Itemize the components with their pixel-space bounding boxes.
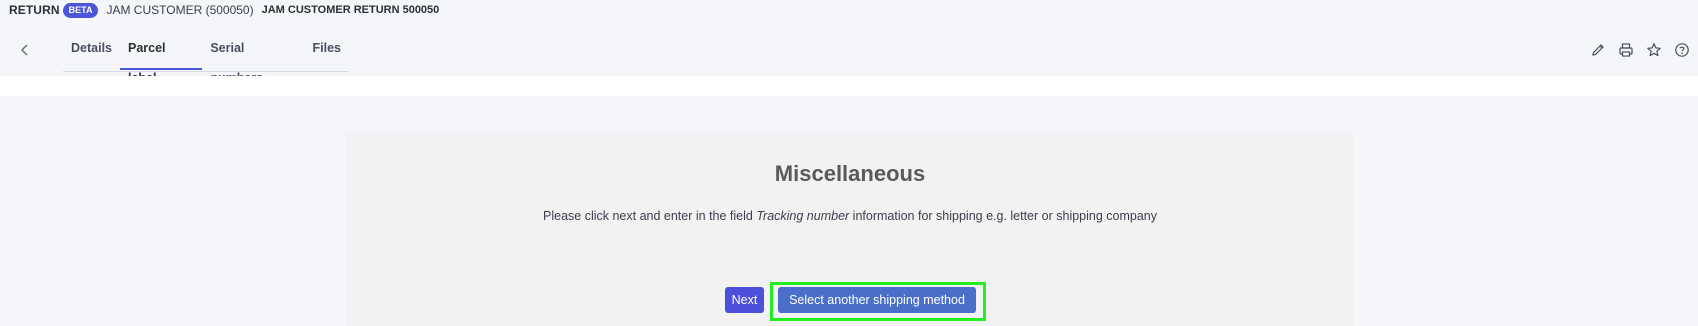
next-button[interactable]: Next xyxy=(725,287,764,313)
star-icon[interactable] xyxy=(1646,42,1662,58)
printer-icon[interactable] xyxy=(1618,42,1634,58)
tab-parcel-label[interactable]: Parcel label xyxy=(120,33,203,85)
tab-details[interactable]: Details xyxy=(63,33,120,70)
tab-files[interactable]: Files xyxy=(305,33,350,70)
tab-serial-numbers[interactable]: Serial numbers xyxy=(202,33,304,85)
record-type: RETURN xyxy=(9,3,60,17)
panel-title: Miscellaneous xyxy=(774,161,926,186)
back-arrow-icon[interactable] xyxy=(16,41,34,59)
record-header: RETURN BETA JAM CUSTOMER (500050) JAM CU… xyxy=(0,0,1698,20)
instructions-text-end: information for shipping e.g. letter or … xyxy=(849,209,1157,223)
help-icon[interactable] xyxy=(1674,42,1690,58)
instructions-text-start: Please click next and enter in the field xyxy=(543,209,757,223)
return-name: JAM CUSTOMER RETURN 500050 xyxy=(261,4,440,16)
tracking-number-field-name: Tracking number xyxy=(756,209,850,223)
select-another-shipping-method-button[interactable]: Select another shipping method xyxy=(778,287,976,313)
pencil-icon[interactable] xyxy=(1590,42,1606,58)
tabs: Details Parcel label Serial numbers File… xyxy=(63,33,350,85)
panel-instructions: Please click next and enter in the field… xyxy=(346,209,1354,223)
beta-badge: BETA xyxy=(62,2,99,18)
toolbar-actions xyxy=(1590,42,1690,58)
content-divider xyxy=(0,76,1698,96)
tab-bar: Details Parcel label Serial numbers File… xyxy=(0,33,1698,85)
customer-name: JAM CUSTOMER (500050) xyxy=(106,3,254,17)
